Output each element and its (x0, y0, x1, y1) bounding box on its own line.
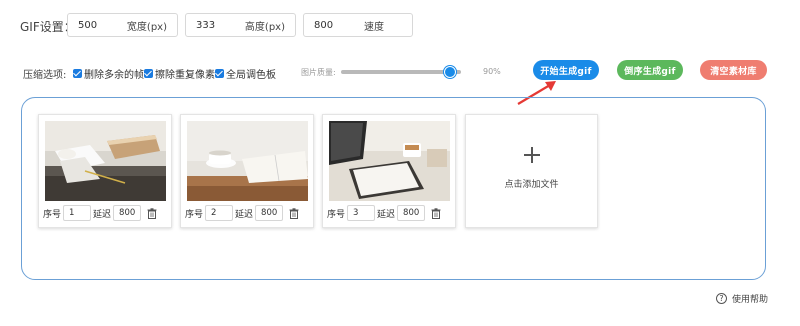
checkbox-label: 删除多余的帧 (84, 70, 144, 81)
sequence-label: 序号 (327, 209, 346, 220)
frame-card[interactable]: 序号 3 延迟 800 (322, 114, 456, 228)
help-link[interactable]: ? 使用帮助 (715, 292, 768, 305)
speed-unit-label: 速度 (364, 21, 384, 33)
frame-thumbnail-image (329, 121, 450, 201)
delay-label: 延迟 (377, 209, 396, 220)
checkbox-label: 全局调色板 (226, 70, 276, 81)
clear-library-button[interactable]: 清空素材库 (700, 60, 767, 80)
speed-input[interactable]: 800 速度 (303, 13, 413, 37)
sequence-label: 序号 (185, 209, 204, 220)
frame-thumbnail-image (187, 121, 308, 201)
frame-card[interactable]: 序号 1 延迟 800 (38, 114, 172, 228)
checkbox-remove-frames[interactable]: 删除多余的帧 (73, 66, 144, 81)
quality-slider-handle[interactable] (444, 66, 456, 78)
height-input[interactable]: 333 高度(px) (185, 13, 296, 37)
delay-input[interactable]: 800 (397, 205, 426, 221)
checkbox-checked-icon (144, 69, 153, 78)
speed-value: 800 (314, 19, 334, 31)
sequence-input[interactable]: 1 (63, 205, 92, 221)
delay-input[interactable]: 800 (113, 205, 142, 221)
compression-options-label: 压缩选项: (23, 70, 67, 81)
quality-slider-track[interactable] (341, 70, 461, 74)
checkbox-checked-icon (73, 69, 82, 78)
delay-label: 延迟 (93, 209, 112, 220)
trash-icon[interactable] (431, 207, 441, 219)
delay-input[interactable]: 800 (255, 205, 284, 221)
width-value: 500 (78, 19, 98, 31)
add-file-card[interactable]: 点击添加文件 (465, 114, 598, 228)
start-generate-gif-button[interactable]: 开始生成gif (533, 60, 599, 80)
quality-label: 图片质量: (301, 68, 336, 77)
checkbox-checked-icon (215, 69, 224, 78)
trash-icon[interactable] (147, 207, 157, 219)
height-unit-label: 高度(px) (244, 21, 285, 33)
sequence-label: 序号 (43, 209, 62, 220)
reverse-generate-gif-button[interactable]: 倒序生成gif (617, 60, 683, 80)
question-icon: ? (715, 293, 727, 304)
add-file-label: 点击添加文件 (504, 180, 559, 190)
delay-label: 延迟 (235, 209, 254, 220)
sequence-input[interactable]: 3 (347, 205, 376, 221)
checkbox-erase-pixels[interactable]: 擦除重复像素 (144, 66, 215, 81)
checkbox-label: 擦除重复像素 (155, 70, 215, 81)
sequence-input[interactable]: 2 (205, 205, 234, 221)
help-label: 使用帮助 (731, 295, 768, 305)
checkbox-global-palette[interactable]: 全局调色板 (215, 66, 276, 81)
quality-value: 90% (483, 67, 501, 76)
plus-icon (524, 147, 540, 163)
width-input[interactable]: 500 宽度(px) (67, 13, 178, 37)
frame-thumbnail-image (45, 121, 166, 201)
trash-icon[interactable] (289, 207, 299, 219)
frame-card[interactable]: 序号 2 延迟 800 (180, 114, 314, 228)
height-value: 333 (196, 19, 216, 31)
width-unit-label: 宽度(px) (126, 21, 167, 33)
